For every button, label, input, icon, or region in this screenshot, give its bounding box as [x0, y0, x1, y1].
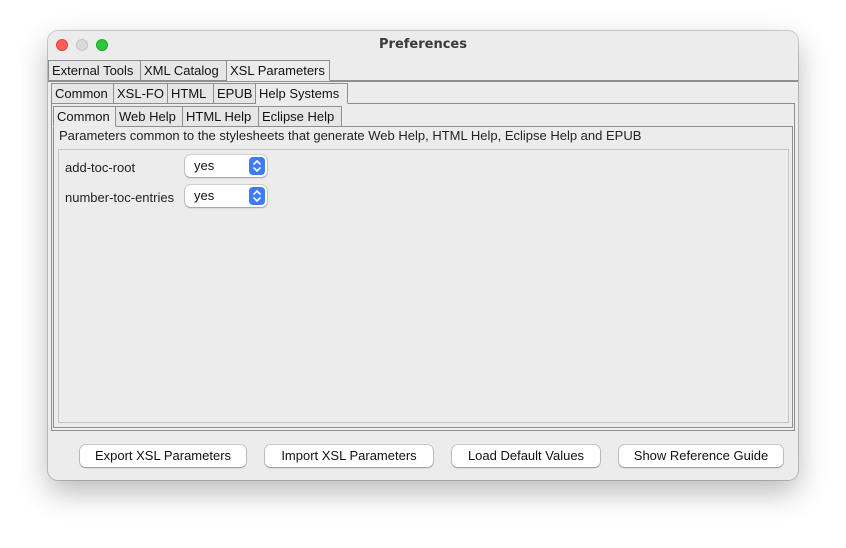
panel-description: Parameters common to the stylesheets tha… [59, 128, 642, 143]
tab-common[interactable]: Common [51, 83, 114, 104]
load-default-values-button[interactable]: Load Default Values [452, 445, 600, 467]
export-xsl-parameters-button[interactable]: Export XSL Parameters [80, 445, 246, 467]
tab-web-help[interactable]: Web Help [116, 106, 183, 127]
add-toc-root-value: yes [194, 158, 215, 173]
number-toc-entries-select[interactable]: yes [185, 185, 267, 207]
chevron-updown-icon [249, 187, 265, 205]
tabs-level2: Common XSL-FO HTML EPUB Help Systems [51, 83, 795, 104]
param-label-number-toc-entries: number-toc-entries [65, 190, 175, 205]
title-bar[interactable]: Preferences [48, 31, 798, 59]
tab-eclipse-help[interactable]: Eclipse Help [259, 106, 342, 127]
tab-xsl-parameters[interactable]: XSL Parameters [227, 60, 330, 81]
window-title: Preferences [379, 37, 467, 52]
param-label-add-toc-root: add-toc-root [65, 160, 136, 175]
level1-panel [48, 81, 798, 82]
tab-epub[interactable]: EPUB [214, 83, 256, 104]
tab-xml-catalog[interactable]: XML Catalog [141, 60, 227, 81]
import-xsl-parameters-button[interactable]: Import XSL Parameters [265, 445, 433, 467]
add-toc-root-select[interactable]: yes [185, 155, 267, 177]
tab-help-systems[interactable]: Help Systems [256, 83, 348, 104]
number-toc-entries-value: yes [194, 188, 215, 203]
tabs-level1: External Tools XML Catalog XSL Parameter… [48, 60, 798, 81]
tab-xsl-fo[interactable]: XSL-FO [114, 83, 168, 104]
tab-html-help[interactable]: HTML Help [183, 106, 259, 127]
tab-html[interactable]: HTML [168, 83, 214, 104]
tab-help-common[interactable]: Common [53, 106, 116, 127]
tab-external-tools[interactable]: External Tools [48, 60, 141, 81]
show-reference-guide-button[interactable]: Show Reference Guide [619, 445, 783, 467]
chevron-updown-icon [249, 157, 265, 175]
